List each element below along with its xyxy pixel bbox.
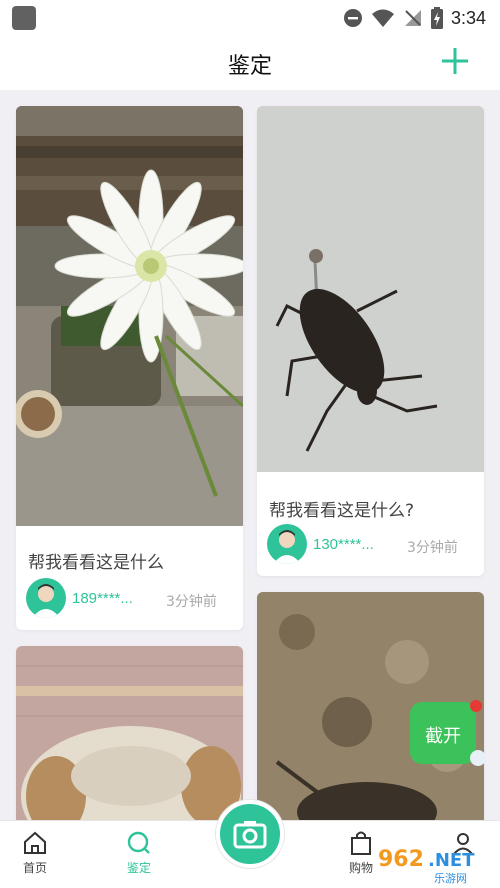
wifi-icon <box>371 9 394 27</box>
home-icon <box>24 831 46 854</box>
shopping-bag-icon <box>351 831 371 855</box>
site-watermark: 962 .NET 乐游网 <box>378 847 475 885</box>
clock: 3:34 <box>450 7 486 28</box>
post-question: 帮我看看这是什么? <box>269 501 415 521</box>
post-card[interactable]: 帮我看看这是什么? 130****... 3分钟前 <box>257 106 484 576</box>
post-time: 3分钟前 <box>407 540 458 556</box>
no-signal-icon <box>404 10 421 26</box>
user-avatar[interactable] <box>26 578 66 618</box>
post-photo-flower <box>16 106 243 526</box>
page-title: 鉴定 <box>227 54 272 79</box>
status-bar: 3:34 <box>0 0 500 36</box>
camera-icon <box>233 821 267 849</box>
search-bubble-icon <box>127 831 150 854</box>
status-icons: 3:34 <box>343 6 486 30</box>
svg-text:.NET: .NET <box>428 850 475 871</box>
post-time: 3分钟前 <box>166 594 217 610</box>
svg-text:截开: 截开 <box>425 726 461 747</box>
app-notification-icon <box>12 6 36 30</box>
battery-icon <box>430 7 443 29</box>
svg-text:962: 962 <box>378 847 424 872</box>
nav-identify[interactable]: 鉴定 <box>104 829 174 876</box>
nav-home-label: 首页 <box>22 861 47 875</box>
post-card[interactable] <box>16 646 243 820</box>
post-card[interactable]: 帮我看看这是什么 189****... 3分钟前 <box>16 106 243 630</box>
do-not-disturb-icon <box>343 9 362 27</box>
add-icon[interactable] <box>440 46 470 76</box>
screenshot-badge[interactable]: 截开 <box>408 700 488 770</box>
nav-identify-label: 鉴定 <box>126 861 151 875</box>
user-avatar[interactable] <box>267 524 307 564</box>
svg-text:乐游网: 乐游网 <box>434 872 467 885</box>
app-header: 鉴定 <box>0 36 500 90</box>
post-question: 帮我看看这是什么 <box>28 553 164 573</box>
nav-home[interactable]: 首页 <box>0 829 70 876</box>
username: 189****... <box>72 590 133 607</box>
post-photo-dog <box>16 646 243 820</box>
camera-button[interactable] <box>216 800 284 868</box>
post-photo-insect <box>257 106 484 472</box>
username: 130****... <box>313 536 374 553</box>
